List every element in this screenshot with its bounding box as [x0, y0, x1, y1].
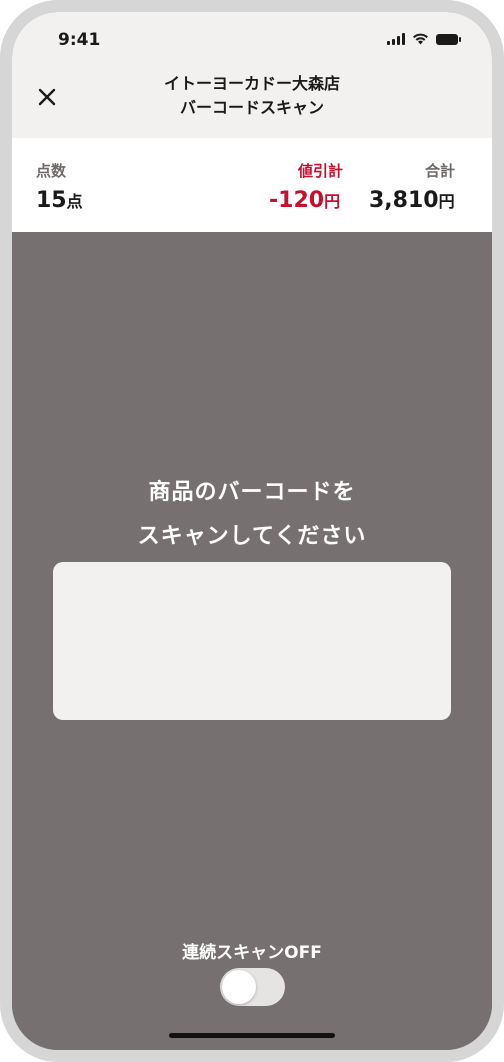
total-label: 合計	[425, 162, 456, 180]
item-count-value: 15点	[36, 188, 83, 213]
item-count-label: 点数	[36, 162, 67, 180]
status-time: 9:41	[58, 30, 101, 50]
scan-instruction-line1: 商品のバーコードを	[148, 480, 356, 505]
phone-frame: 9:41 イトーヨーカドー大森店 バーコードスキャン 点数 15点 値引計 -1…	[0, 0, 504, 1062]
barcode-scan-frame	[53, 562, 451, 720]
scan-instruction-line2: スキャンしてください	[137, 524, 367, 549]
wifi-icon	[413, 33, 428, 45]
continuous-scan-label: 連続スキャンOFF	[182, 943, 322, 963]
continuous-scan-toggle[interactable]	[220, 968, 285, 1006]
battery-icon	[436, 34, 461, 45]
discount-number: -120	[269, 188, 325, 213]
cellular-signal-icon	[387, 33, 405, 45]
app-screen: 9:41 イトーヨーカドー大森店 バーコードスキャン 点数 15点 値引計 -1…	[12, 12, 492, 1050]
status-bar: 9:41	[12, 12, 492, 70]
close-button[interactable]	[32, 82, 62, 112]
total-number: 3,810	[369, 188, 439, 213]
screen-title: バーコードスキャン	[179, 98, 324, 117]
discount-label: 値引計	[298, 162, 344, 180]
total-value: 3,810円	[369, 188, 455, 213]
close-icon	[38, 88, 56, 106]
item-count-unit: 点	[66, 192, 83, 211]
discount-unit: 円	[324, 192, 341, 211]
item-count-number: 15	[36, 188, 67, 213]
home-indicator	[169, 1033, 335, 1038]
store-name: イトーヨーカドー大森店	[163, 74, 340, 93]
page-title: イトーヨーカドー大森店 バーコードスキャン	[102, 72, 402, 120]
discount-value: -120円	[269, 188, 340, 213]
total-unit: 円	[438, 192, 455, 211]
app-header: イトーヨーカドー大森店 バーコードスキャン	[12, 70, 492, 138]
toggle-knob	[222, 970, 256, 1004]
camera-scan-area: 商品のバーコードを スキャンしてください 連続スキャンOFF	[12, 232, 492, 1050]
status-icons	[387, 32, 461, 45]
purchase-summary: 点数 15点 値引計 -120円 合計 3,810円	[12, 138, 492, 232]
